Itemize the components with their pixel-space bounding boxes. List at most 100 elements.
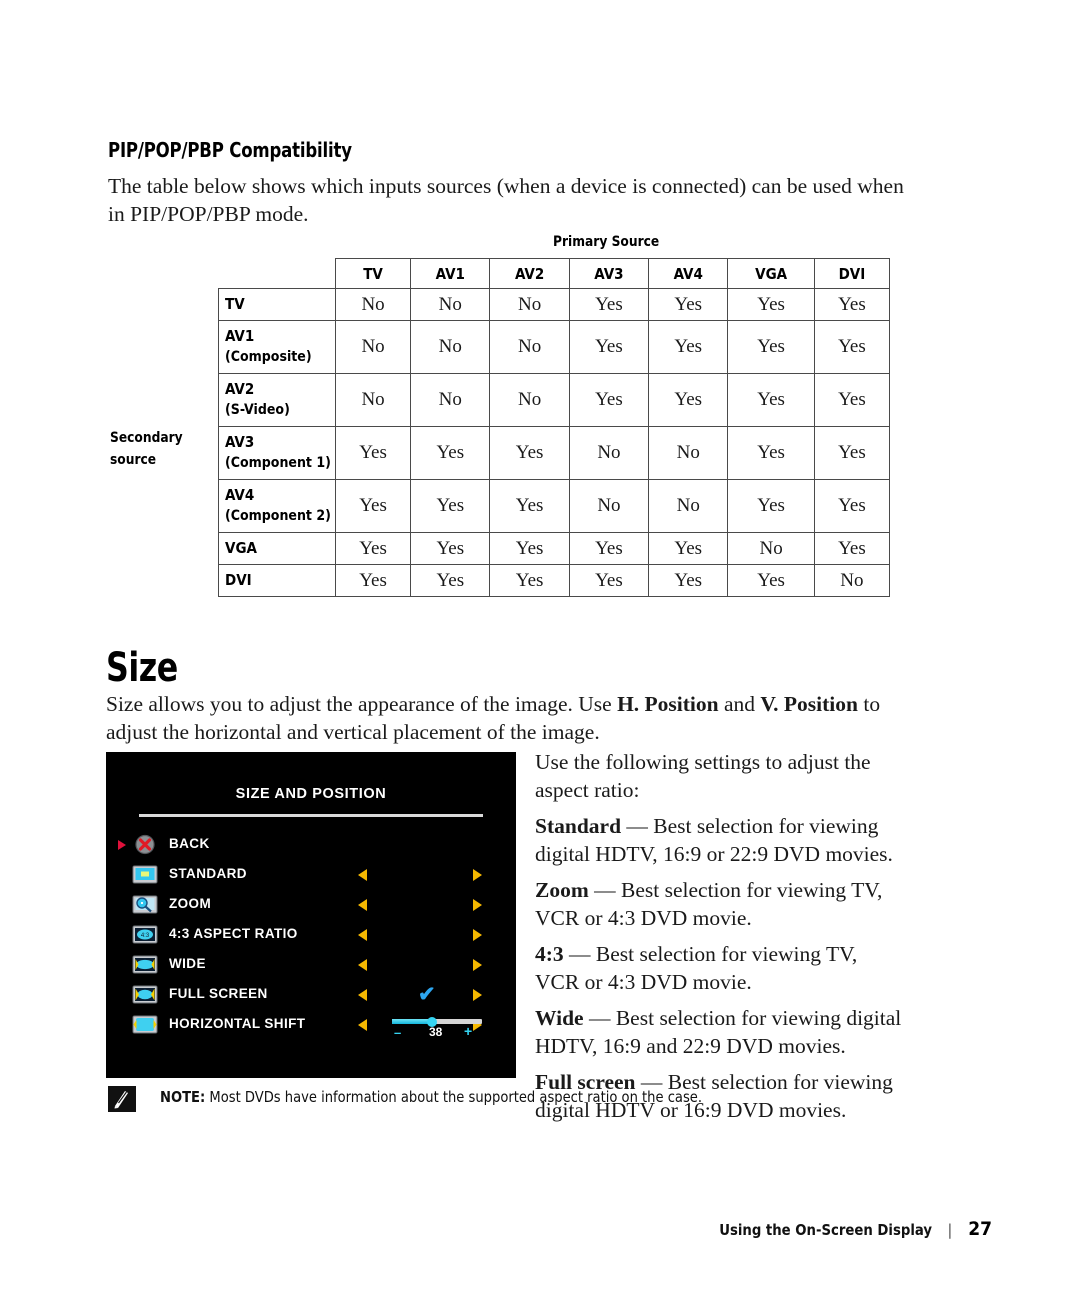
standard-screen-icon — [132, 864, 158, 885]
fullscreen-icon — [132, 984, 158, 1005]
chevron-left-icon[interactable] — [358, 929, 367, 941]
table-cell: Yes — [489, 532, 570, 565]
row-label: AV1 — [225, 327, 255, 345]
osd-menu-item-full-screen[interactable]: FULL SCREEN ✔ — [106, 980, 516, 1010]
compatibility-intro-paragraph: The table below shows which inputs sourc… — [108, 174, 904, 226]
table-cell: Yes — [813, 479, 891, 533]
table-cell: Yes — [813, 426, 891, 480]
chevron-right-icon[interactable] — [473, 929, 482, 941]
table-cell: No — [568, 426, 650, 480]
footer-separator: | — [947, 1221, 953, 1239]
table-column-header-av1: AV1 — [410, 258, 491, 289]
chevron-right-icon[interactable] — [473, 869, 482, 881]
page-footer: Using the On-Screen Display | 27 — [708, 1218, 992, 1240]
table-cell: Yes — [568, 373, 650, 427]
table-row: TV No No No Yes Yes Yes Yes — [218, 288, 891, 321]
wide-screen-icon — [132, 954, 158, 975]
table-cell: No — [489, 373, 570, 427]
svg-text:4:3: 4:3 — [141, 933, 150, 939]
table-cell: No — [648, 426, 729, 480]
table-cell: Yes — [334, 426, 412, 480]
table-cell: No — [568, 479, 650, 533]
table-cell: No — [410, 288, 491, 321]
osd-menu-item-label: FULL SCREEN — [169, 986, 268, 1001]
table-cell: Yes — [489, 564, 570, 597]
slider-fill — [392, 1019, 431, 1024]
table-cell: Yes — [648, 320, 729, 374]
table-row-header-av2: AV2 (S-Video) — [218, 373, 336, 427]
table-column-header-av2: AV2 — [489, 258, 570, 289]
table-cell: Yes — [727, 479, 815, 533]
slider-value: 38 — [429, 1025, 443, 1039]
table-cell: Yes — [410, 564, 491, 597]
table-cell: Yes — [334, 564, 412, 597]
table-cell: No — [334, 373, 412, 427]
table-cell: No — [410, 373, 491, 427]
back-cancel-icon — [132, 834, 158, 855]
table-cell: No — [489, 288, 570, 321]
osd-menu-item-zoom[interactable]: ZOOM — [106, 890, 516, 920]
table-cell: No — [813, 564, 891, 597]
osd-menu-item-label: 4:3 ASPECT RATIO — [169, 926, 298, 941]
table-row-header-tv: TV — [218, 288, 336, 321]
table-cell: Yes — [648, 373, 729, 427]
table-header: TV AV1 AV2 AV3 AV4 VGA DVI — [219, 258, 891, 289]
row-label: DVI — [225, 571, 252, 589]
chevron-right-icon[interactable] — [473, 989, 482, 1001]
size-intro-paragraph: Size allows you to adjust the appearance… — [106, 690, 906, 746]
aspect-help-item: Standard — Best selection for viewing di… — [535, 812, 905, 868]
footer-section-title: Using the On-Screen Display — [718, 1221, 932, 1239]
table-cell: Yes — [334, 479, 412, 533]
chevron-left-icon[interactable] — [358, 959, 367, 971]
horizontal-shift-slider[interactable]: – 38 + — [392, 1014, 484, 1040]
compatibility-heading: PIP/POP/PBP Compatibility — [108, 138, 352, 162]
slider-increment-icon[interactable]: + — [464, 1024, 472, 1038]
table-cell: Yes — [648, 532, 729, 565]
table-cell: Yes — [648, 564, 729, 597]
size-intro-text-1: Size allows you to adjust the appearance… — [106, 692, 618, 716]
size-intro-text-2: and — [718, 692, 761, 716]
chevron-left-icon[interactable] — [358, 899, 367, 911]
table-cell: Yes — [410, 479, 491, 533]
table-cell: Yes — [568, 564, 650, 597]
table-cell: Yes — [489, 479, 570, 533]
chevron-right-icon[interactable] — [473, 899, 482, 911]
row-label-sub: (S-Video) — [225, 402, 290, 418]
pip-compatibility-table: TV AV1 AV2 AV3 AV4 VGA DVI TV No No No Yes Yes Yes Ye… — [218, 258, 891, 597]
note-pencil-icon — [108, 1086, 136, 1112]
osd-menu-item-wide[interactable]: WIDE — [106, 950, 516, 980]
table-cell: Yes — [489, 426, 570, 480]
osd-menu-item-4-3-aspect-ratio[interactable]: 4:3 4:3 ASPECT RATIO — [106, 920, 516, 950]
row-label-sub: (Component 1) — [225, 455, 331, 471]
table-row-header-vga: VGA — [218, 532, 336, 565]
chevron-left-icon[interactable] — [358, 989, 367, 1001]
aspect-ratio-help-column: Use the following settings to adjust the… — [535, 748, 905, 1132]
table-body: TV No No No Yes Yes Yes Yes AV1 (Composite) No No No… — [218, 288, 891, 597]
chevron-left-icon[interactable] — [358, 869, 367, 881]
table-row-header-dvi: DVI — [218, 564, 336, 597]
osd-menu-item-standard[interactable]: STANDARD — [106, 860, 516, 890]
osd-menu-item-horizontal-shift[interactable]: HORIZONTAL SHIFT – 38 + — [106, 1010, 516, 1040]
table-row: VGA Yes Yes Yes Yes Yes No Yes — [218, 532, 891, 565]
size-heading: Size — [106, 645, 178, 691]
table-row-header-av3: AV3 (Component 1) — [218, 426, 336, 480]
selection-pointer-icon — [118, 840, 126, 850]
table-cell: Yes — [410, 532, 491, 565]
table-cell: Yes — [568, 288, 650, 321]
aspect-help-term: Zoom — [535, 878, 589, 902]
table-cell: Yes — [727, 564, 815, 597]
aspect-help-item: 4:3 — Best selection for viewing TV, VCR… — [535, 940, 905, 996]
table-cell: Yes — [813, 373, 891, 427]
checkmark-icon: ✔ — [418, 983, 436, 1006]
table-column-header-vga: VGA — [727, 258, 815, 289]
slider-decrement-icon[interactable]: – — [394, 1026, 401, 1039]
row-label: AV2 — [225, 380, 255, 398]
osd-menu-item-label: STANDARD — [169, 866, 247, 881]
chevron-right-icon[interactable] — [473, 959, 482, 971]
table-cell: Yes — [727, 320, 815, 374]
osd-size-position-panel[interactable]: SIZE AND POSITION BACK STANDARD ZOOM 4:3 4:3… — [106, 752, 516, 1078]
chevron-left-icon[interactable] — [358, 1019, 367, 1031]
row-label: AV3 — [225, 433, 255, 451]
osd-menu-item-back[interactable]: BACK — [106, 830, 516, 860]
table-column-header-av3: AV3 — [568, 258, 650, 289]
